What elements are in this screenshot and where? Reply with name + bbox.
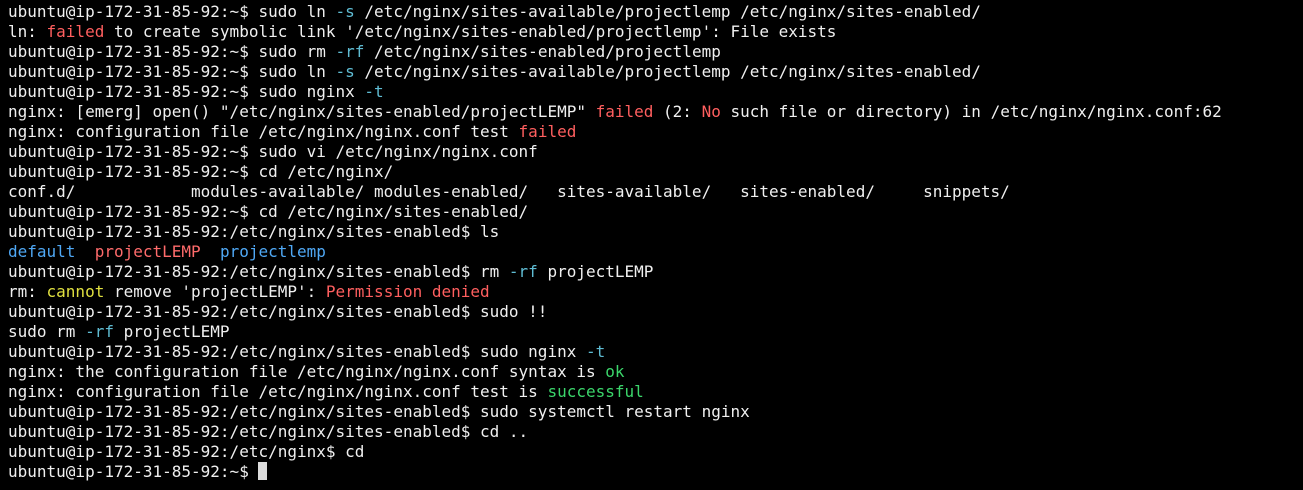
terminal-line: ubuntu@ip-172-31-85-92:~$ sudo vi /etc/n… <box>8 142 1303 162</box>
terminal-text-segment: sudo rm <box>8 322 86 341</box>
terminal-text-segment: -t <box>585 342 606 361</box>
terminal-line: conf.d/ modules-available/ modules-enabl… <box>8 182 1303 202</box>
terminal-text-segment: ubuntu@ip-172-31-85-92:/etc/nginx/sites-… <box>8 262 509 281</box>
terminal-line: ubuntu@ip-172-31-85-92:/etc/nginx$ cd <box>8 442 1303 462</box>
terminal-line: default projectLEMP projectlemp <box>8 242 1303 262</box>
terminal-text-segment: ubuntu@ip-172-31-85-92:/etc/nginx/sites-… <box>8 302 548 321</box>
terminal-text-segment: -s <box>335 2 355 21</box>
terminal-text-segment: /etc/nginx/sites-enabled/projectlemp <box>364 42 721 61</box>
terminal-text-segment: nginx: configuration file /etc/nginx/ngi… <box>8 122 519 141</box>
terminal-line: ubuntu@ip-172-31-85-92:/etc/nginx/sites-… <box>8 262 1303 282</box>
terminal-line: ubuntu@ip-172-31-85-92:~$ sudo ln -s /et… <box>8 2 1303 22</box>
terminal-text-segment: failed <box>46 22 105 41</box>
terminal-line: ubuntu@ip-172-31-85-92:~$ sudo nginx -t <box>8 82 1303 102</box>
terminal-text-segment: ubuntu@ip-172-31-85-92:~$ cd /etc/nginx/… <box>8 202 529 221</box>
terminal-text-segment: conf.d/ modules-available/ modules-enabl… <box>8 182 1010 201</box>
terminal-text-segment: such file or directory) in /etc/nginx/ng… <box>720 102 1222 121</box>
terminal-text-segment: projectlemp <box>219 242 326 261</box>
terminal-text-segment: ubuntu@ip-172-31-85-92:~$ sudo vi /etc/n… <box>8 142 538 161</box>
terminal-line: ubuntu@ip-172-31-85-92:/etc/nginx/sites-… <box>8 302 1303 322</box>
terminal-line: ubuntu@ip-172-31-85-92:~$ sudo rm -rf /e… <box>8 42 1303 62</box>
terminal-text-segment: Permission denied <box>325 282 490 301</box>
terminal-line: nginx: configuration file /etc/nginx/ngi… <box>8 122 1303 142</box>
terminal-line: nginx: configuration file /etc/nginx/ngi… <box>8 382 1303 402</box>
terminal-text-segment: ubuntu@ip-172-31-85-92:/etc/nginx/sites-… <box>8 402 750 421</box>
terminal-text-segment: projectLEMP <box>113 322 230 341</box>
terminal-text-segment: -rf <box>85 322 114 341</box>
terminal-input-line[interactable]: ubuntu@ip-172-31-85-92:~$ <box>8 462 1303 482</box>
terminal-line: nginx: [emerg] open() "/etc/nginx/sites-… <box>8 102 1303 122</box>
terminal-text-segment: -s <box>335 62 355 81</box>
terminal-text-segment: default <box>8 242 76 261</box>
terminal-line: ubuntu@ip-172-31-85-92:/etc/nginx/sites-… <box>8 402 1303 422</box>
terminal-text-segment: No <box>701 102 721 121</box>
terminal-line: rm: cannot remove 'projectLEMP': Permiss… <box>8 282 1303 302</box>
terminal-text-segment: -t <box>364 82 384 101</box>
terminal-text-segment: projectLEMP <box>537 262 654 281</box>
shell-prompt: ubuntu@ip-172-31-85-92:~$ <box>8 462 259 481</box>
terminal-text-segment: ubuntu@ip-172-31-85-92:/etc/nginx/sites-… <box>8 422 529 441</box>
terminal-line: ubuntu@ip-172-31-85-92:/etc/nginx/sites-… <box>8 222 1303 242</box>
terminal-text-segment: ubuntu@ip-172-31-85-92:~$ sudo nginx <box>8 82 365 101</box>
terminal-text-segment: remove 'projectLEMP': <box>104 282 326 301</box>
terminal-text-segment: ubuntu@ip-172-31-85-92:~$ sudo rm <box>8 42 336 61</box>
terminal-text-segment: (2: <box>653 102 702 121</box>
terminal-text-segment: ubuntu@ip-172-31-85-92:/etc/nginx/sites-… <box>8 222 500 241</box>
terminal-text-segment: projectLEMP <box>94 242 201 261</box>
terminal-line: nginx: the configuration file /etc/nginx… <box>8 362 1303 382</box>
terminal-text-segment: ubuntu@ip-172-31-85-92:/etc/nginx/sites-… <box>8 342 586 361</box>
terminal-line: ubuntu@ip-172-31-85-92:/etc/nginx/sites-… <box>8 422 1303 442</box>
terminal-text-segment: nginx: [emerg] open() "/etc/nginx/sites-… <box>8 102 596 121</box>
terminal-text-segment: failed <box>518 122 577 141</box>
terminal-line: sudo rm -rf projectLEMP <box>8 322 1303 342</box>
terminal-line: ubuntu@ip-172-31-85-92:~$ sudo ln -s /et… <box>8 62 1303 82</box>
terminal-text-segment: -rf <box>508 262 538 281</box>
terminal-text-segment: rm: <box>8 282 47 301</box>
terminal-text-segment: -rf <box>335 42 365 61</box>
terminal-text-segment: /etc/nginx/sites-available/projectlemp /… <box>354 2 981 21</box>
terminal-text-segment: ln: <box>8 22 47 41</box>
terminal-text-segment: cannot <box>46 282 105 301</box>
terminal-text-segment: failed <box>595 102 654 121</box>
text-cursor <box>258 462 268 480</box>
terminal-text-segment: nginx: the configuration file /etc/nginx… <box>8 362 606 381</box>
terminal-line: ubuntu@ip-172-31-85-92:~$ cd /etc/nginx/ <box>8 162 1303 182</box>
terminal-text-segment: successful <box>547 382 644 401</box>
terminal-text-segment: nginx: configuration file /etc/nginx/ngi… <box>8 382 548 401</box>
terminal-text-segment: to create symbolic link '/etc/nginx/site… <box>104 22 837 41</box>
terminal-line: ln: failed to create symbolic link '/etc… <box>8 22 1303 42</box>
terminal-line: ubuntu@ip-172-31-85-92:/etc/nginx/sites-… <box>8 342 1303 362</box>
terminal-text-segment: ubuntu@ip-172-31-85-92:/etc/nginx$ cd <box>8 442 365 461</box>
terminal-text-segment: ok <box>605 362 625 381</box>
terminal-window[interactable]: ubuntu@ip-172-31-85-92:~$ sudo ln -s /et… <box>0 0 1303 490</box>
terminal-output: ubuntu@ip-172-31-85-92:~$ sudo ln -s /et… <box>8 2 1303 462</box>
terminal-text-segment: ubuntu@ip-172-31-85-92:~$ sudo ln <box>8 2 336 21</box>
terminal-text-segment: ubuntu@ip-172-31-85-92:~$ sudo ln <box>8 62 336 81</box>
terminal-line: ubuntu@ip-172-31-85-92:~$ cd /etc/nginx/… <box>8 202 1303 222</box>
terminal-text-segment: ubuntu@ip-172-31-85-92:~$ cd /etc/nginx/ <box>8 162 394 181</box>
terminal-text-segment: /etc/nginx/sites-available/projectlemp /… <box>354 62 981 81</box>
